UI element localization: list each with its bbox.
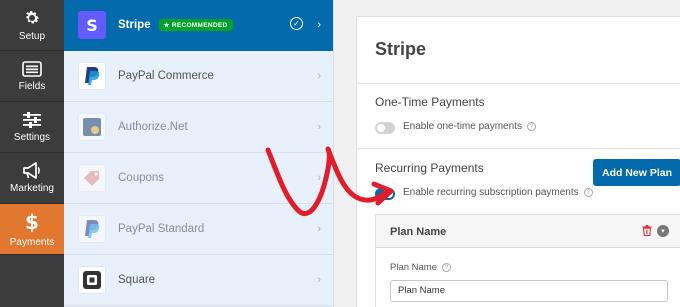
paypal-logo-icon	[78, 215, 106, 243]
recurring-payments-heading: Recurring Payments	[375, 161, 484, 175]
list-icon	[22, 60, 42, 77]
plan-name-input[interactable]: Plan Name	[390, 280, 668, 302]
help-icon[interactable]: ?	[442, 262, 451, 272]
dollar-icon: $	[25, 211, 39, 233]
chevron-right-icon: ›	[317, 172, 321, 184]
panel-title: Stripe	[375, 39, 427, 59]
nav-setup-label: Setup	[18, 30, 46, 42]
nav-marketing-label: Marketing	[10, 183, 54, 194]
coupon-icon	[78, 164, 106, 192]
recurring-payments-toggle[interactable]	[375, 188, 395, 200]
payment-providers-list: S Stripe ★ RECOMMENDED ✓ › PayPal Commer…	[64, 0, 334, 307]
paypal-logo-icon	[78, 62, 106, 90]
divider	[357, 83, 680, 84]
chevron-right-icon: ›	[317, 70, 321, 82]
gear-icon	[26, 10, 40, 24]
one-time-payments-heading: One-Time Payments	[375, 95, 485, 109]
builder-sidebar: Setup Fields Settings Marketing $ Paymen…	[0, 0, 64, 307]
stripe-settings-panel: Stripe One-Time Payments Enable one-time…	[356, 16, 680, 307]
add-new-plan-button[interactable]: Add New Plan	[593, 159, 680, 186]
svg-text:S: S	[86, 16, 98, 35]
provider-square-name: Square	[118, 274, 156, 286]
provider-authorize-net[interactable]: Authorize.Net ›	[64, 102, 333, 153]
chevron-right-icon: ›	[317, 223, 321, 235]
sliders-icon	[23, 111, 41, 128]
chevron-right-icon: ›	[317, 274, 321, 286]
one-time-payments-toggle[interactable]	[375, 122, 395, 134]
one-time-payments-label: Enable one-time payments	[403, 121, 522, 132]
divider	[357, 148, 680, 149]
collapse-chevron-icon[interactable]: ▾	[657, 225, 669, 237]
plan-card-header[interactable]: Plan Name ▾	[376, 215, 680, 248]
recommended-badge: ★ RECOMMENDED	[158, 19, 233, 31]
nav-fields[interactable]: Fields	[0, 51, 64, 102]
one-time-payments-toggle-row: Enable one-time payments?	[403, 121, 536, 132]
recurring-payments-label: Enable recurring subscription payments	[403, 187, 579, 198]
plan-name-label: Plan Name	[390, 262, 437, 273]
nav-settings-label: Settings	[13, 131, 51, 143]
help-icon[interactable]: ?	[583, 187, 593, 197]
authorize-net-logo-icon	[78, 113, 106, 141]
provider-paypal-standard[interactable]: PayPal Standard ›	[64, 204, 333, 255]
panel-gutter	[334, 0, 356, 307]
provider-stripe-name: Stripe	[118, 19, 151, 31]
provider-paypal-commerce-name: PayPal Commerce	[118, 70, 214, 82]
nav-fields-label: Fields	[18, 80, 46, 92]
trash-icon[interactable]	[642, 225, 652, 236]
megaphone-icon	[23, 162, 40, 179]
nav-payments[interactable]: $ Payments	[0, 204, 64, 255]
provider-paypal-commerce[interactable]: PayPal Commerce ›	[64, 51, 333, 102]
nav-settings[interactable]: Settings	[0, 102, 64, 153]
recurring-payments-toggle-row: Enable recurring subscription payments?	[403, 187, 593, 198]
nav-setup[interactable]: Setup	[0, 0, 64, 51]
svg-text:$: $	[25, 211, 39, 233]
provider-coupons[interactable]: Coupons ›	[64, 153, 333, 204]
plan-card-title: Plan Name	[390, 226, 447, 238]
provider-authorize-net-name: Authorize.Net	[118, 121, 188, 133]
provider-square[interactable]: Square ›	[64, 255, 333, 306]
chevron-right-icon: ›	[317, 19, 321, 31]
provider-stripe[interactable]: S Stripe ★ RECOMMENDED ✓ ›	[64, 0, 333, 51]
plan-name-field-row: Plan Name?	[390, 262, 451, 273]
stripe-logo-icon: S	[78, 11, 106, 39]
chevron-right-icon: ›	[317, 121, 321, 133]
nav-marketing[interactable]: Marketing	[0, 153, 64, 204]
plan-card: Plan Name ▾ Plan Name? Plan Name	[375, 214, 680, 307]
square-logo-icon	[78, 266, 106, 294]
provider-coupons-name: Coupons	[118, 172, 165, 184]
provider-paypal-standard-name: PayPal Standard	[118, 223, 205, 235]
help-icon[interactable]: ?	[526, 121, 536, 131]
nav-payments-label: Payments	[9, 236, 55, 248]
enabled-check-icon: ✓	[290, 17, 303, 30]
